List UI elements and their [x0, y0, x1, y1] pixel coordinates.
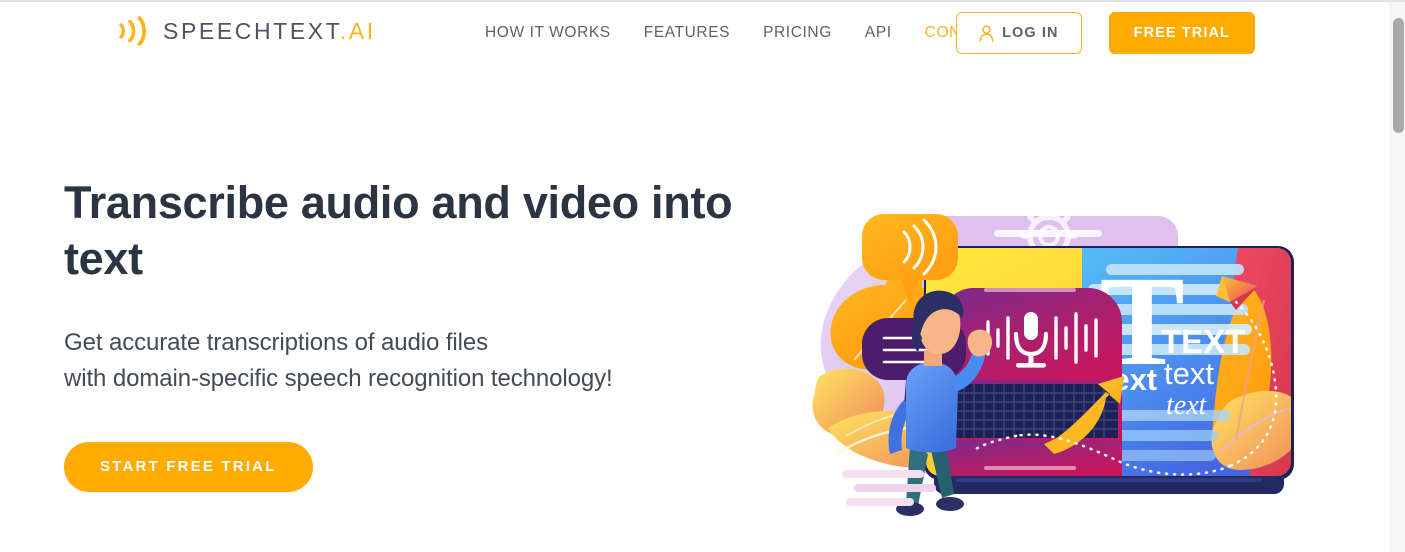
free-trial-button[interactable]: FREE TRIAL	[1108, 12, 1255, 54]
scrollbar-thumb[interactable]	[1393, 18, 1404, 133]
hero-subtitle-line-2: with domain-specific speech recognition …	[64, 365, 613, 393]
start-free-trial-button[interactable]: START FREE TRIAL	[64, 441, 313, 492]
page-root: SPEECHTEXT.AI HOW IT WORKS FEATURES PRIC…	[0, 0, 1405, 552]
page-scrollbar[interactable]	[1390, 2, 1405, 552]
hero-subtitle: Get accurate transcriptions of audio fil…	[64, 325, 804, 398]
nav-item-pricing[interactable]: PRICING	[763, 24, 832, 42]
login-button-label: LOG IN	[1002, 25, 1059, 41]
illustration-text-regular: text	[1164, 356, 1214, 391]
hero-illustration: T TEXT text text text	[806, 178, 1336, 523]
hero-title: Transcribe audio and video into text	[64, 177, 733, 284]
nav-item-features[interactable]: FEATURES	[644, 24, 730, 42]
brand-name: SPEECHTEXT.AI	[163, 17, 376, 44]
header-actions: LOG IN FREE TRIAL	[956, 12, 1255, 54]
hero-section: Transcribe audio and video into text Get…	[64, 175, 804, 492]
brand-name-accent: .AI	[339, 17, 376, 44]
illustration-text-caps: TEXT	[1161, 323, 1245, 360]
login-button[interactable]: LOG IN	[956, 12, 1082, 54]
pink-lines	[842, 470, 936, 506]
main-navigation: HOW IT WORKS FEATURES PRICING API CONTAC…	[485, 24, 1030, 42]
nav-item-api[interactable]: API	[865, 24, 892, 42]
brand-logo[interactable]: SPEECHTEXT.AI	[116, 13, 376, 49]
sound-wave-icon	[119, 16, 146, 46]
start-free-trial-label: START FREE TRIAL	[100, 458, 277, 476]
user-icon	[979, 24, 994, 42]
brand-name-primary: SPEECHTEXT	[163, 17, 340, 44]
free-trial-button-label: FREE TRIAL	[1133, 25, 1230, 41]
nav-item-how-it-works[interactable]: HOW IT WORKS	[485, 24, 611, 42]
illustration-text-italic: text	[1166, 390, 1208, 421]
site-header: SPEECHTEXT.AI HOW IT WORKS FEATURES PRIC…	[0, 0, 1390, 66]
hero-subtitle-line-1: Get accurate transcriptions of audio fil…	[64, 328, 489, 356]
